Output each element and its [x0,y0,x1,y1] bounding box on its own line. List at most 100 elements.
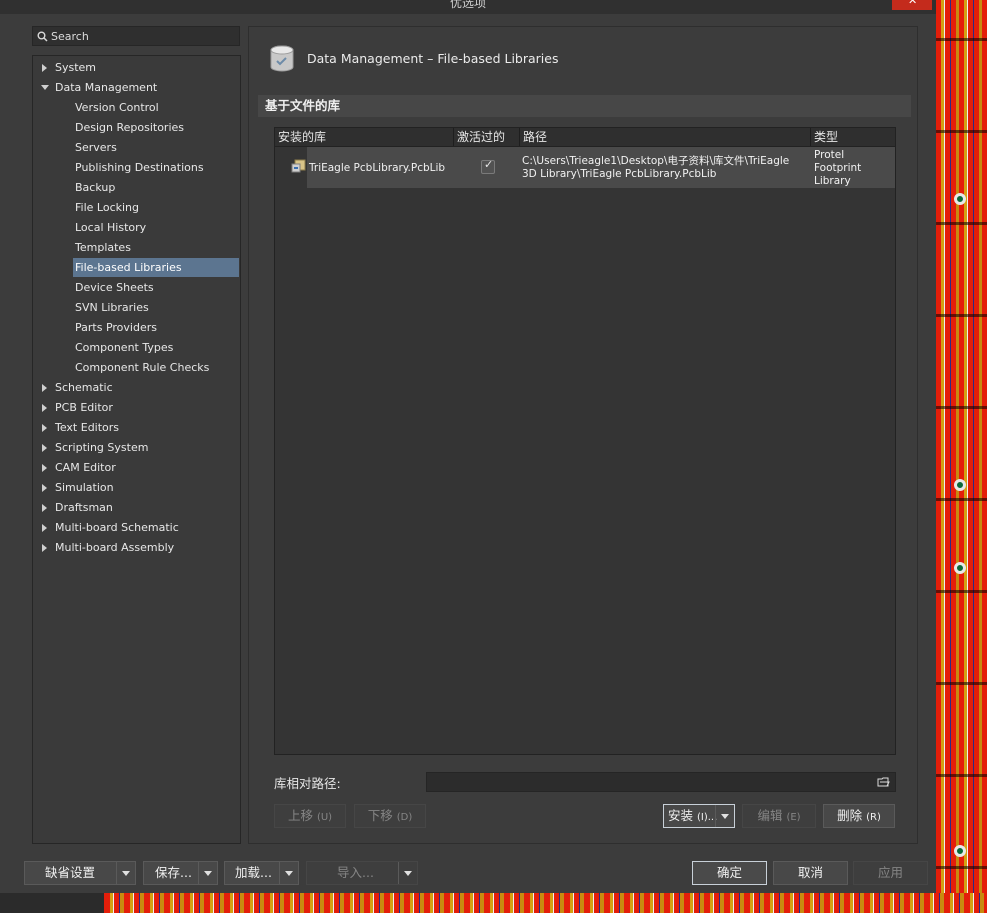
folder-open-icon[interactable] [877,776,890,790]
sidebar-item-local-history[interactable]: Local History [73,218,239,237]
cancel-button[interactable]: 取消 [773,861,848,885]
column-header-path[interactable]: 路径 [520,128,811,146]
defaults-button[interactable]: 缺省设置 [24,861,136,885]
import-button[interactable]: 导入... [306,861,418,885]
sidebar-item-multi-board-schematic[interactable]: Multi-board Schematic [33,518,239,537]
chevron-right-icon[interactable] [42,424,47,432]
sidebar-item-label: PCB Editor [55,401,113,414]
sidebar-item-label: Version Control [75,101,159,114]
move-down-button[interactable]: 下移 (D) [354,804,426,828]
move-up-shortcut: (U) [316,812,333,823]
active-checkbox[interactable]: ✓ [481,158,495,174]
title-bar[interactable]: 优选项 [0,0,936,14]
defaults-label: 缺省设置 [45,865,96,880]
sidebar-item-file-locking[interactable]: File Locking [73,198,239,217]
sidebar-item-templates[interactable]: Templates [73,238,239,257]
library-type-line3: Library [814,175,851,187]
sidebar-item-label: Templates [75,241,131,254]
sidebar-item-label: Simulation [55,481,114,494]
column-header-installed[interactable]: 安装的库 [275,128,454,146]
close-icon: ✕ [908,0,918,7]
sidebar-item-cam-editor[interactable]: CAM Editor [33,458,239,477]
move-down-shortcut: (D) [396,812,413,823]
relative-path-input[interactable] [426,772,896,792]
sidebar-item-servers[interactable]: Servers [73,138,239,157]
move-up-button[interactable]: 上移 (U) [274,804,346,828]
chevron-right-icon[interactable] [42,504,47,512]
sidebar-item-system[interactable]: System [33,58,239,77]
chevron-right-icon[interactable] [42,484,47,492]
sidebar-item-label: Parts Providers [75,321,157,334]
table-row[interactable]: TriEagle PcbLibrary.PcbLib ✓ C:\Users\Tr… [275,147,895,188]
chevron-right-icon[interactable] [42,544,47,552]
sidebar-item-label: Scripting System [55,441,149,454]
sidebar-item-component-rule-checks[interactable]: Component Rule Checks [73,358,239,377]
chevron-right-icon[interactable] [42,384,47,392]
sidebar-item-data-management[interactable]: Data Management [33,78,239,97]
load-dropdown-arrow[interactable] [279,862,298,884]
load-button[interactable]: 加载... [224,861,299,885]
save-dropdown-arrow[interactable] [198,862,217,884]
search-icon [33,31,51,42]
check-icon: ✓ [484,158,494,171]
import-dropdown-arrow[interactable] [398,862,417,884]
sidebar-item-publishing-destinations[interactable]: Publishing Destinations [73,158,239,177]
sidebar-item-draftsman[interactable]: Draftsman [33,498,239,517]
sidebar-item-file-based-libraries[interactable]: File-based Libraries [73,258,239,277]
install-label: 安装 [668,808,694,823]
pcblib-icon [291,159,307,177]
chevron-right-icon[interactable] [42,64,47,72]
save-button[interactable]: 保存... [143,861,218,885]
chevron-right-icon[interactable] [42,524,47,532]
window-title: 优选项 [449,0,486,10]
install-button[interactable]: 安装 (I)... [663,804,735,828]
install-dropdown-arrow[interactable] [715,805,734,827]
edit-label: 编辑 [757,808,783,823]
sidebar-item-design-repositories[interactable]: Design Repositories [73,118,239,137]
sidebar-item-label: Local History [75,221,147,234]
sidebar-item-pcb-editor[interactable]: PCB Editor [33,398,239,417]
sidebar-item-label: Component Rule Checks [75,361,210,374]
sidebar-item-label: Schematic [55,381,113,394]
column-header-active[interactable]: 激活过的 [454,128,520,146]
import-label: 导入... [337,865,374,880]
settings-tree: System Data Management Version Control Desi… [32,55,241,844]
chevron-right-icon[interactable] [42,464,47,472]
libraries-table: 安装的库 激活过的 路径 类型 TriEagle PcbLibrary.PcbL… [274,127,896,755]
edit-shortcut: (E) [786,812,801,823]
sidebar-item-schematic[interactable]: Schematic [33,378,239,397]
database-icon [270,45,294,76]
load-label: 加载... [235,865,272,880]
search-input[interactable] [51,29,231,43]
sidebar-item-label: System [55,61,97,74]
library-type-line1: Protel [814,149,845,161]
sidebar-item-version-control[interactable]: Version Control [73,98,239,117]
sidebar-item-label: Publishing Destinations [75,161,204,174]
defaults-dropdown-arrow[interactable] [116,862,135,884]
sidebar-item-scripting-system[interactable]: Scripting System [33,438,239,457]
relative-path-label: 库相对路径: [274,776,341,791]
chevron-right-icon[interactable] [42,404,47,412]
remove-button[interactable]: 删除 (R) [823,804,895,828]
edit-button[interactable]: 编辑 (E) [742,804,816,828]
apply-button[interactable]: 应用 [853,861,928,885]
library-type-line2: Footprint [814,162,862,174]
chevron-down-icon[interactable] [41,85,49,90]
chevron-right-icon[interactable] [42,444,47,452]
sidebar-item-svn-libraries[interactable]: SVN Libraries [73,298,239,317]
sidebar-item-simulation[interactable]: Simulation [33,478,239,497]
sidebar-item-parts-providers[interactable]: Parts Providers [73,318,239,337]
sidebar-item-device-sheets[interactable]: Device Sheets [73,278,239,297]
column-header-type[interactable]: 类型 [811,128,895,146]
search-box[interactable] [32,26,240,46]
sidebar-item-backup[interactable]: Backup [73,178,239,197]
close-button[interactable]: ✕ [892,0,932,10]
sidebar-item-component-types[interactable]: Component Types [73,338,239,357]
section-header: 基于文件的库 [258,95,911,117]
sidebar-item-multi-board-assembly[interactable]: Multi-board Assembly [33,538,239,557]
library-name: TriEagle PcbLibrary.PcbLib [309,162,446,174]
ok-button[interactable]: 确定 [692,861,767,885]
preferences-dialog: 优选项 ✕ System Data Management Version Contr… [0,0,936,893]
sidebar-item-text-editors[interactable]: Text Editors [33,418,239,437]
sidebar-item-label: Backup [75,181,116,194]
